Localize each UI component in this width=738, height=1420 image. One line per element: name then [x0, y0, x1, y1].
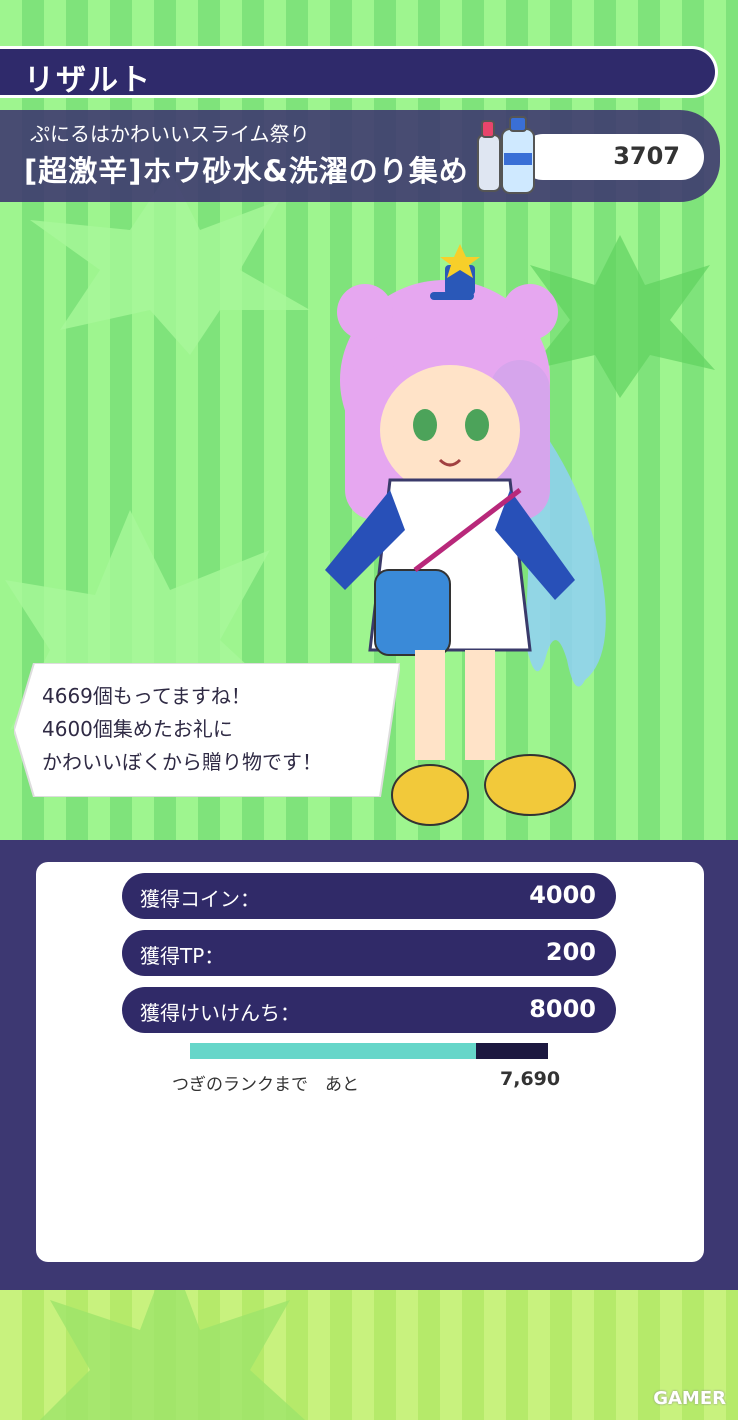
results-panel: [36, 862, 704, 1262]
reward-row-tp: 獲得TP： 200: [122, 930, 616, 976]
reward-value-tp: 200: [545, 938, 596, 966]
rank-progress-bar: [190, 1043, 548, 1059]
reward-value-exp: 8000: [529, 995, 596, 1023]
watermark-logo: GAMER: [653, 1388, 726, 1409]
page-title: リザルト: [24, 63, 152, 98]
reward-value-coin: 4000: [529, 881, 596, 909]
event-name: [超激辛]ホウ砂水&洗濯のり集め: [24, 154, 469, 188]
dialogue-line-1: 4669個もってますね！: [42, 684, 251, 708]
reward-row-exp: 獲得けいけんち： 8000: [122, 987, 616, 1033]
item-count-value: 3707: [613, 142, 680, 170]
bottles-icon: [477, 116, 535, 194]
splat-decoration-bottom: [40, 1290, 305, 1420]
dialogue-text: 4669個もってますね！ 4600個集めたお礼に かわいいぼくから贈り物です！: [42, 680, 382, 779]
rank-progress-fill: [190, 1043, 477, 1059]
bottom-background: [0, 1290, 738, 1420]
reward-row-coin: 獲得コイン： 4000: [122, 873, 616, 919]
reward-label-coin: 獲得コイン：: [140, 887, 260, 911]
dialogue-line-3: かわいいぼくから贈り物です！: [42, 750, 322, 774]
reward-label-exp: 獲得けいけんち：: [140, 1001, 300, 1025]
next-rank-remaining: 7,690: [500, 1068, 561, 1090]
result-title-bar: リザルト: [0, 46, 718, 98]
dialogue-line-2: 4600個集めたお礼に: [42, 717, 233, 741]
reward-label-tp: 獲得TP：: [140, 944, 225, 968]
event-subtitle: ぷにるはかわいいスライム祭り: [30, 122, 310, 146]
next-rank-label: つぎのランクまで あと: [172, 1075, 359, 1095]
